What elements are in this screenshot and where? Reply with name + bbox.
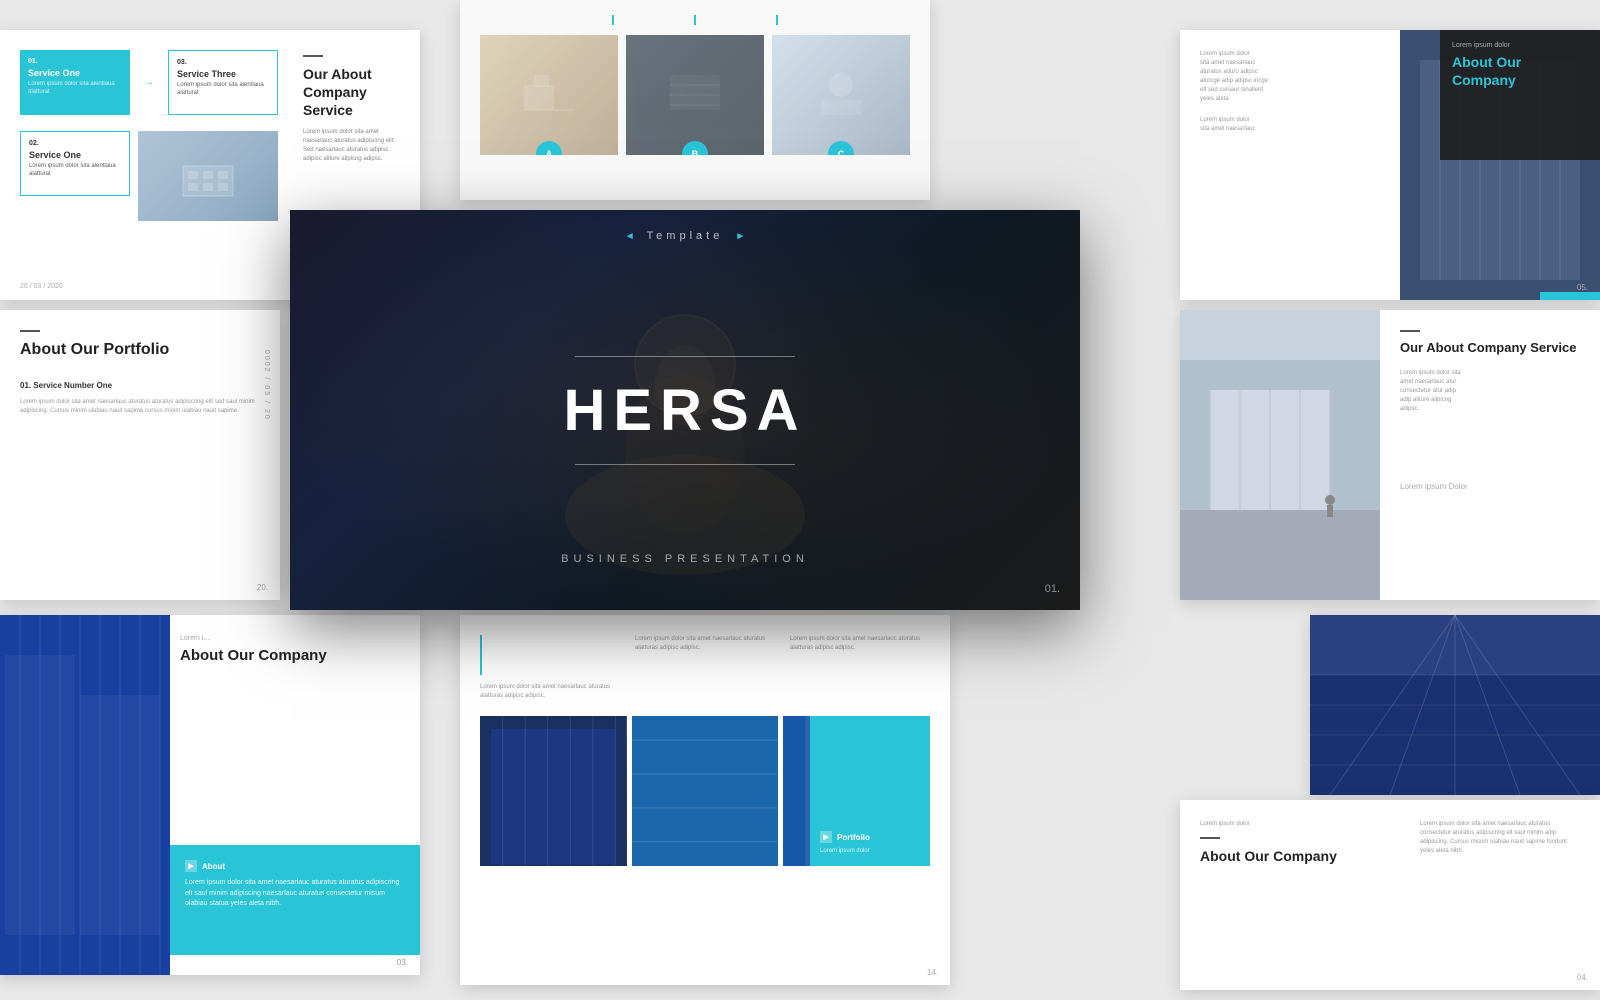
ml-title: About Our Portfolio	[20, 340, 260, 361]
br2-body-text: Lorem ipsum dolor sita amet naesarlauc a…	[1420, 820, 1580, 856]
tr-lorem-text2: Lorem ipsum dolorsita amet naesarlauc	[1200, 116, 1380, 134]
bl-title: About Our Company	[180, 646, 410, 666]
bc-photos-row: ▶ Portfolio Lorem ipsum dolor	[480, 716, 930, 866]
bc-photo-3: ▶ Portfolio Lorem ipsum dolor	[783, 716, 930, 866]
bc-text-row: Lorem ipsum dolor sita amet naesarlauc a…	[480, 635, 930, 701]
service-box-3: 03. Service Three Lorem ipsum dolor sita…	[168, 50, 278, 115]
tr-small-label: Lorem ipsum dolor	[1452, 42, 1588, 49]
bc-photo-1	[480, 716, 627, 866]
bc-col1-text: Lorem ipsum dolor sita amet naesarlauc a…	[480, 683, 620, 701]
portfolio-label: Portfolio	[837, 833, 870, 842]
center-line-top	[575, 356, 795, 357]
mr-building-image	[1180, 310, 1380, 600]
ml-service-text: Lorem ipsum dolor sita amet naesarlauc a…	[20, 398, 260, 416]
slide-middle-right: Our About Company Service Lorem ipsum do…	[1180, 310, 1600, 600]
ml-service-title: 01. Service Number One	[20, 381, 260, 390]
bl-cyan-box: ▶ About Lorem ipsum dolor sita amet naes…	[170, 845, 420, 955]
template-label: Template	[647, 230, 724, 242]
mr-title: Our About Company Service	[1400, 340, 1580, 357]
tc-line-left	[612, 15, 614, 25]
tr-slide-number: 05.	[1577, 283, 1588, 292]
slide-bottom-center: Lorem ipsum dolor sita amet naesarlauc a…	[460, 615, 950, 985]
ml-slide-num: 20.	[257, 583, 268, 592]
tc-line-right	[776, 15, 778, 25]
bc-photo-2	[632, 716, 779, 866]
tr-lorem-text: Lorem ipsum dolorsita amet naesarlaucatu…	[1200, 50, 1380, 104]
bc-cyan-line	[480, 635, 482, 675]
portfolio-text: Lorem ipsum dolor	[820, 847, 920, 856]
slide-top-center: A B	[460, 0, 930, 200]
photo-row-abc: A B	[480, 35, 910, 155]
tc-line-center	[694, 15, 696, 25]
br2-left-content: Lorem ipsum dolor About Our Company	[1200, 820, 1400, 970]
tr-left-content: Lorem ipsum dolorsita amet naesarlaucatu…	[1180, 30, 1400, 300]
ml-portfolio-num: 0002 / 05 / 20	[263, 350, 270, 421]
bc-col2-text: Lorem ipsum dolor sita amet naesarlauc a…	[635, 635, 775, 653]
photo-c: C	[772, 35, 910, 155]
slide-bottom-right-2: Lorem ipsum dolor About Our Company Lore…	[1180, 800, 1600, 990]
br2-dash	[1200, 837, 1220, 839]
bl-arrow-icon: ▶	[185, 860, 197, 872]
bl-about-text: Lorem ipsum dolor sita amet naesarlauc a…	[185, 878, 405, 910]
center-subtitle: BUSINESS PRESENTATION	[561, 553, 809, 565]
nav-right-arrow[interactable]: ►	[735, 231, 745, 242]
slide-bottom-left: Lorem L... About Our Company ▶ About Lor…	[0, 615, 420, 975]
br1-image	[1310, 615, 1600, 795]
bl-lorem-small: Lorem L...	[180, 635, 410, 642]
br2-right-content: Lorem ipsum dolor sita amet naesarlauc a…	[1420, 820, 1580, 970]
service-box-1: 01. Service One Lorem ipsum dolor sita a…	[20, 50, 130, 115]
tr-cyan-bar	[1540, 292, 1600, 300]
center-title: HERSA	[563, 377, 806, 444]
bl-slide-num: 03.	[397, 958, 408, 967]
tr-dark-overlay: Lorem ipsum dolor About Our Company	[1440, 30, 1600, 160]
service-box-2: 02. Service One Lorem ipsum dolor sita a…	[20, 131, 130, 196]
br2-title: About Our Company	[1200, 847, 1400, 865]
center-nav: ◄ Template ►	[625, 230, 745, 242]
photo-a: A	[480, 35, 618, 155]
mr-dash	[1400, 330, 1420, 332]
center-line-bottom	[575, 464, 795, 465]
slide-date: 20 / 03 / 2020	[20, 283, 63, 290]
center-slide-number: 01.	[1045, 583, 1060, 595]
tr-company-title: About Our Company	[1452, 53, 1588, 89]
bc-col3-text: Lorem ipsum dolor sita amet naesarlauc a…	[790, 635, 930, 653]
slide-top-right: Lorem ipsum dolorsita amet naesarlaucatu…	[1180, 30, 1600, 300]
br2-slide-num: 04.	[1577, 973, 1588, 982]
slide-middle-left: About Our Portfolio 01. Service Number O…	[0, 310, 280, 600]
title-dash	[303, 55, 323, 57]
bl-building-image	[0, 615, 170, 975]
bl-content: Lorem L... About Our Company	[180, 635, 410, 666]
mr-lorem-label: Lorem ipsum Dolor	[1400, 422, 1580, 491]
slide-bottom-right-1	[1310, 615, 1600, 795]
ml-dash	[20, 330, 40, 332]
bl-about-label: ▶ About	[185, 860, 405, 872]
portfolio-arrow-icon: ▶	[820, 831, 832, 843]
photo-b: B	[626, 35, 764, 155]
br2-small-text: Lorem ipsum dolor	[1200, 820, 1400, 829]
center-main-slide: ◄ Template ► HERSA BUSINESS PRESENTATION…	[290, 210, 1080, 610]
slide-service-title: Our About Company Service	[303, 65, 400, 120]
office-image	[138, 131, 278, 221]
nav-left-arrow[interactable]: ◄	[625, 231, 635, 242]
slide-service-body: Lorem ipsum dolor sita amet naesarlauc a…	[303, 128, 400, 164]
bc-slide-num: 14.	[927, 968, 938, 977]
mr-lorem-text: Lorem ipsum dolor sitaamet naesarlauc at…	[1400, 369, 1580, 414]
mr-content: Our About Company Service Lorem ipsum do…	[1380, 310, 1600, 600]
bc-portfolio-box: ▶ Portfolio Lorem ipsum dolor	[810, 716, 930, 866]
